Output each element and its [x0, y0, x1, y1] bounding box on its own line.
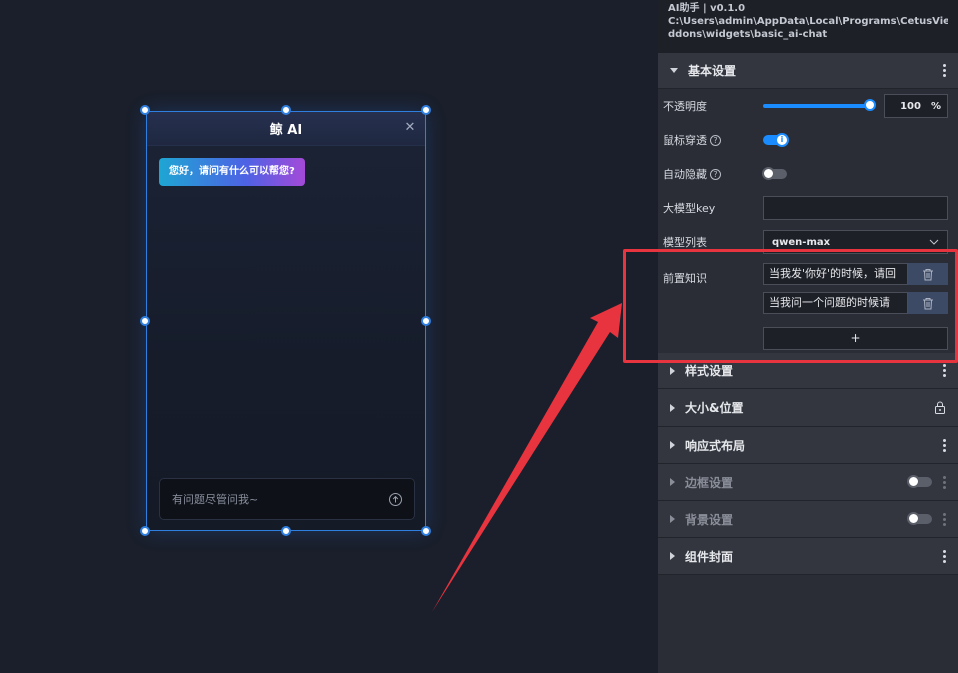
- section-style-label: 样式设置: [685, 364, 734, 378]
- more-icon[interactable]: [942, 64, 946, 77]
- more-icon[interactable]: [942, 549, 946, 563]
- delete-button[interactable]: [908, 263, 948, 285]
- more-icon[interactable]: [942, 438, 946, 452]
- slider-knob[interactable]: [864, 99, 877, 111]
- opacity-label: 不透明度: [663, 100, 707, 113]
- knowledge-item: 当我问一个问题的时候请: [763, 292, 948, 314]
- resize-handle-right[interactable]: [421, 316, 431, 326]
- knowledge-label: 前置知识: [663, 272, 707, 285]
- widget-header: 鲸 AI ✕: [147, 112, 425, 146]
- auto-hide-label-group: 自动隐藏 ?: [663, 166, 763, 182]
- background-toggle[interactable]: [907, 512, 932, 525]
- opacity-unit: %: [930, 100, 941, 112]
- property-panel: AI助手 | v0.1.0 C:\Users\admin\AppData\Loc…: [658, 0, 958, 673]
- ai-chat-widget[interactable]: 鲸 AI ✕ 您好，请问有什么可以帮您? 有问题尽管问我~: [146, 111, 426, 531]
- close-icon[interactable]: ✕: [403, 121, 417, 135]
- auto-hide-label: 自动隐藏: [663, 168, 707, 181]
- section-background[interactable]: 背景设置: [658, 501, 958, 538]
- help-icon[interactable]: ?: [710, 168, 721, 180]
- knowledge-input[interactable]: 当我发'你好'的时候，请回: [763, 263, 908, 285]
- widget-info-title: AI助手 | v0.1.0: [668, 3, 746, 14]
- resize-handle-top-left[interactable]: [140, 105, 150, 115]
- delete-button[interactable]: [908, 292, 948, 314]
- resize-handle-top[interactable]: [281, 105, 291, 115]
- chevron-right-icon: [670, 403, 675, 412]
- section-basic-settings-label: 基本设置: [688, 64, 737, 78]
- model-list-label: 模型列表: [663, 236, 707, 249]
- mouse-through-label-group: 鼠标穿透 ?: [663, 132, 763, 148]
- border-toggle[interactable]: [907, 475, 932, 488]
- section-border[interactable]: 边框设置: [658, 464, 958, 501]
- section-border-label: 边框设置: [685, 475, 734, 490]
- more-icon[interactable]: [942, 364, 946, 377]
- basic-settings-body: 不透明度 100 % 鼠标穿透 ? i 自动隐藏 ? 大模型key 模型列表 q…: [658, 89, 958, 350]
- model-key-row: 大模型key: [658, 191, 958, 225]
- lock-icon[interactable]: [934, 401, 946, 414]
- knowledge-input[interactable]: 当我问一个问题的时候请: [763, 292, 908, 314]
- chevron-right-icon: [670, 441, 675, 449]
- section-style[interactable]: 样式设置: [658, 353, 958, 389]
- resize-handle-left[interactable]: [140, 316, 150, 326]
- knowledge-area: 前置知识 当我发'你好'的时候，请回 当我问一个问题的时候请 +: [658, 259, 958, 350]
- model-key-label: 大模型key: [663, 202, 716, 215]
- chevron-right-icon: [670, 552, 675, 560]
- chevron-down-icon: [670, 68, 678, 73]
- greeting-message: 您好，请问有什么可以帮您?: [159, 158, 305, 186]
- section-cover[interactable]: 组件封面: [658, 538, 958, 575]
- chevron-right-icon: [670, 366, 675, 375]
- resize-handle-bottom[interactable]: [281, 526, 291, 536]
- chat-input-placeholder: 有问题尽管问我~: [172, 493, 259, 506]
- chat-input[interactable]: 有问题尽管问我~: [159, 478, 415, 520]
- resize-handle-top-right[interactable]: [421, 105, 431, 115]
- opacity-row: 不透明度 100 %: [658, 89, 958, 123]
- chevron-down-icon: [929, 239, 939, 245]
- section-responsive-label: 响应式布局: [685, 438, 746, 453]
- widget-info: AI助手 | v0.1.0 C:\Users\admin\AppData\Loc…: [658, 0, 958, 53]
- chevron-right-icon: [670, 515, 675, 523]
- chevron-right-icon: [670, 478, 675, 486]
- knowledge-item: 当我发'你好'的时候，请回: [763, 263, 948, 285]
- resize-handle-bottom-left[interactable]: [140, 526, 150, 536]
- opacity-value: 100: [900, 100, 921, 112]
- widget-path-line-1: C:\Users\admin\AppData\Local\Programs\Ce…: [668, 16, 948, 27]
- resize-handle-bottom-right[interactable]: [421, 526, 431, 536]
- trash-icon: [923, 297, 933, 309]
- section-size-position-label: 大小&位置: [685, 401, 744, 415]
- model-selected-value: qwen-max: [772, 236, 831, 248]
- model-key-input[interactable]: [763, 196, 948, 220]
- model-list-row: 模型列表 qwen-max: [658, 225, 958, 259]
- section-background-label: 背景设置: [685, 512, 734, 527]
- auto-hide-toggle[interactable]: [762, 167, 787, 180]
- section-cover-label: 组件封面: [685, 549, 734, 564]
- mouse-through-row: 鼠标穿透 ? i: [658, 123, 958, 157]
- more-icon[interactable]: [942, 475, 946, 489]
- mouse-through-toggle[interactable]: i: [763, 133, 789, 147]
- more-icon[interactable]: [942, 512, 946, 526]
- add-knowledge-button[interactable]: +: [763, 327, 948, 350]
- opacity-slider[interactable]: [762, 99, 877, 112]
- opacity-input[interactable]: 100 %: [884, 94, 948, 118]
- trash-icon: [923, 268, 933, 280]
- section-basic-settings[interactable]: 基本设置: [658, 53, 958, 89]
- mouse-through-label: 鼠标穿透: [663, 134, 707, 147]
- model-select[interactable]: qwen-max: [763, 230, 948, 254]
- section-responsive[interactable]: 响应式布局: [658, 427, 958, 464]
- send-icon[interactable]: [389, 492, 402, 506]
- help-icon[interactable]: ?: [710, 134, 721, 146]
- auto-hide-row: 自动隐藏 ?: [658, 157, 958, 191]
- widget-title: 鲸 AI: [269, 123, 303, 138]
- section-size-position[interactable]: 大小&位置: [658, 389, 958, 427]
- widget-path-line-2: ddons\widgets\basic_ai-chat: [668, 29, 828, 40]
